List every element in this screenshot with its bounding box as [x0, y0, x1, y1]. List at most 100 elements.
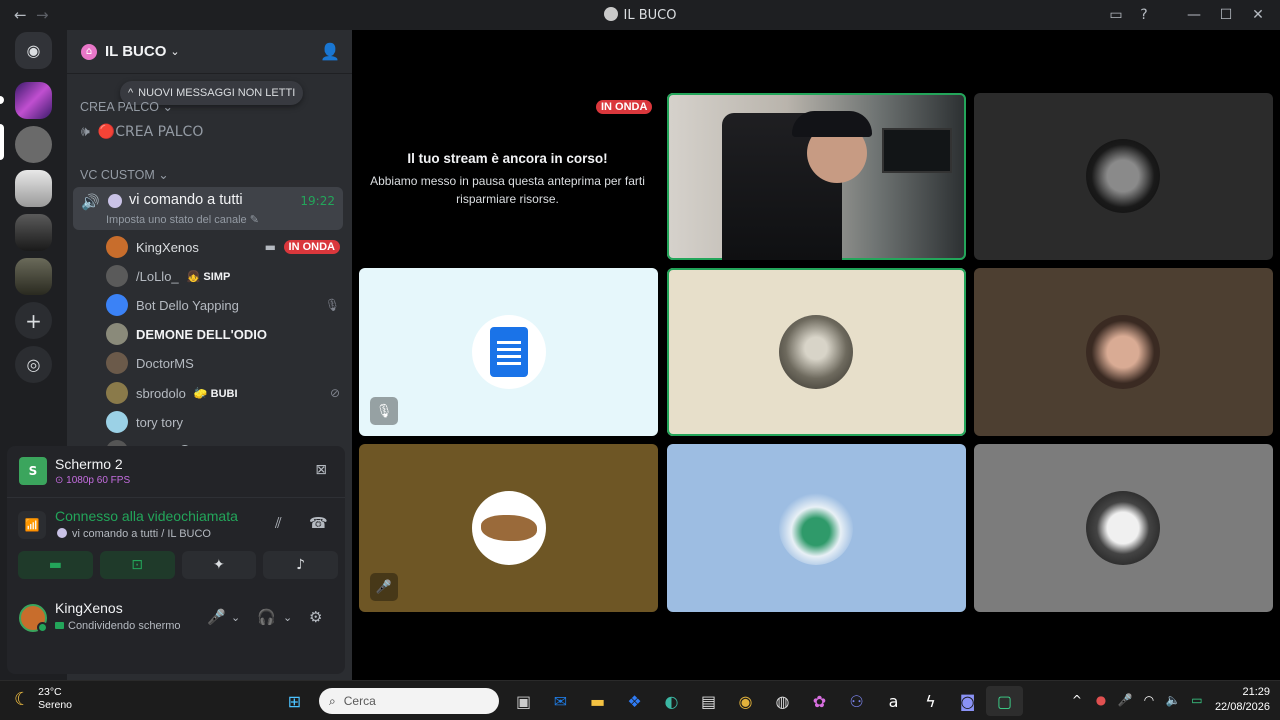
help-icon[interactable]: ? — [1130, 0, 1158, 30]
server-icon-1[interactable] — [15, 82, 52, 119]
voice-user-1[interactable]: /LoLlo_ 👧 SIMP — [106, 263, 346, 289]
stop-stream-icon[interactable]: ⊠ — [315, 462, 327, 478]
user-avatar — [106, 352, 128, 374]
capcut-icon[interactable]: ϟ — [912, 686, 949, 716]
disconnect-icon[interactable]: ☎ — [309, 514, 328, 532]
obs-icon[interactable]: ◍ — [764, 686, 801, 716]
minimize-button[interactable]: — — [1178, 0, 1210, 30]
server-icon-5[interactable] — [15, 258, 52, 295]
server-icon-4[interactable] — [15, 214, 52, 251]
chrome-icon[interactable]: ◉ — [727, 686, 764, 716]
close-button[interactable]: ✕ — [1242, 0, 1274, 30]
edge-icon[interactable]: ◐ — [653, 686, 690, 716]
outlook-icon[interactable]: ✉ — [542, 686, 579, 716]
store-icon[interactable]: ▤ — [690, 686, 727, 716]
inbox-icon[interactable]: ▭ — [1102, 0, 1130, 30]
category-vc-custom[interactable]: VC CUSTOM ⌄ — [80, 167, 169, 182]
video-tile-bot[interactable]: 🎙 — [359, 268, 658, 436]
battery-icon[interactable]: ▭ — [1185, 693, 1209, 707]
voice-user-4[interactable]: DoctorMS — [106, 350, 346, 376]
video-tile-stream[interactable] — [667, 93, 966, 260]
channel-status-input[interactable]: Imposta uno stato del canale ✎ — [106, 213, 259, 226]
webcam-feed-image — [792, 111, 872, 137]
voice-user-name: DEMONE DELL'ODIO — [136, 326, 267, 342]
app-icon[interactable]: ▢ — [986, 686, 1023, 716]
share-screen-button[interactable]: ⊡ — [99, 551, 175, 579]
microphone-icon[interactable]: 🎤 — [207, 608, 226, 626]
soundboard-button[interactable]: ♪ — [263, 551, 338, 579]
voice-user-0[interactable]: KingXenos ▬ IN ONDA — [106, 234, 346, 260]
user-avatar — [106, 265, 128, 287]
invite-people-icon[interactable]: 👤 — [320, 42, 340, 61]
maximize-button[interactable]: ☐ — [1210, 0, 1242, 30]
screen-share-icon: S — [19, 457, 47, 485]
voice-connection-panel: S Schermo 2 ⊙ 1080p 60 FPS ⊠ 📶 Connesso … — [7, 446, 345, 674]
moon-icon: ☾ — [14, 688, 31, 710]
windows-start-icon[interactable]: ⊞ — [276, 686, 313, 716]
camera-button[interactable]: ▬ — [18, 551, 93, 579]
platypus-image — [481, 515, 537, 541]
user-role-tag: 🧽 BUBI — [193, 387, 238, 400]
weather-temp: 23°C — [38, 686, 62, 698]
chevron-down-icon: ⌄ — [170, 45, 180, 58]
file-explorer-icon[interactable]: ▬ — [579, 686, 616, 716]
participant-avatar — [1086, 491, 1160, 565]
voice-user-2[interactable]: Bot Dello Yapping 🎙 — [106, 292, 346, 318]
tray-app-icon[interactable]: ● — [1089, 693, 1113, 707]
headphones-icon[interactable]: 🎧 — [257, 608, 276, 626]
dropbox-icon[interactable]: ❖ — [616, 686, 653, 716]
amazon-icon[interactable]: a — [875, 686, 912, 716]
user-panel: KingXenos Condividendo schermo 🎤 ⌄ 🎧 ⌄ ⚙ — [7, 592, 345, 650]
windows-taskbar: ☾ 23°C Sereno ⊞ ⌕ Cerca ▣ ✉ ▬ ❖ ◐ ▤ ◉ ◍ ✿ … — [0, 680, 1280, 720]
mic-muted-icon: ⊘ — [329, 386, 340, 400]
voice-channel-name: vi comando a tutti — [129, 192, 243, 208]
server-name: IL BUCO — [105, 43, 167, 60]
task-view-icon[interactable]: ▣ — [505, 686, 542, 716]
video-tile[interactable] — [667, 444, 966, 612]
add-server-icon[interactable]: + — [15, 302, 52, 339]
voice-user-name: DoctorMS — [136, 355, 194, 371]
video-tile[interactable] — [974, 268, 1273, 436]
discord-taskbar-icon[interactable]: ◙ — [949, 686, 986, 716]
clock[interactable]: 21:29 22/08/2026 — [1215, 685, 1270, 715]
discord-home-icon[interactable]: ◉ — [15, 32, 52, 69]
video-tile[interactable]: 🎤 — [359, 444, 658, 612]
voice-user-5[interactable]: sbrodolo 🧽 BUBI ⊘ — [106, 380, 346, 406]
wifi-icon[interactable]: ◠ — [1137, 693, 1161, 707]
copilot-icon[interactable]: ✿ — [801, 686, 838, 716]
chevron-up-icon: ^ — [128, 87, 134, 99]
video-tile[interactable] — [974, 444, 1273, 612]
clock-time: 21:29 — [1242, 686, 1270, 698]
server-header[interactable]: ⌂ IL BUCO ⌄ 👤 — [67, 30, 352, 74]
quality-icon: ⊙ — [55, 475, 67, 486]
noise-suppression-icon[interactable]: ⫽ — [275, 514, 282, 532]
channel-emoji-icon — [57, 528, 67, 538]
weather-widget[interactable]: ☾ 23°C Sereno — [14, 686, 72, 712]
explore-icon[interactable]: ◎ — [15, 346, 52, 383]
voice-channel-active[interactable]: 🔊 vi comando a tutti 19:22 Imposta uno s… — [73, 187, 343, 230]
weather-desc: Sereno — [38, 699, 72, 711]
connection-title[interactable]: Connesso alla videochiamata — [55, 508, 238, 524]
voice-user-3[interactable]: DEMONE DELL'ODIO — [106, 321, 346, 347]
microphone-icon[interactable]: 🎤 — [1113, 693, 1137, 707]
video-tile[interactable] — [974, 93, 1273, 260]
server-icon-il-buco[interactable] — [15, 126, 52, 163]
voice-user-6[interactable]: tory tory — [106, 409, 346, 435]
chevron-up-icon[interactable]: ^ — [1065, 693, 1089, 707]
search-icon: ⌕ — [329, 693, 336, 708]
mic-icon: 🎙 — [324, 298, 340, 312]
channel-stage[interactable]: 🕪 🔴CREA PALCO — [81, 124, 203, 140]
category-stage[interactable]: CREA PALCO ⌄ — [80, 99, 173, 114]
window-title: IL BUCO — [0, 7, 1280, 23]
activities-button[interactable]: ✦ — [181, 551, 257, 579]
bot-avatar — [472, 315, 546, 389]
taskbar-search[interactable]: ⌕ Cerca — [319, 688, 499, 714]
settings-gear-icon[interactable]: ⚙ — [309, 608, 322, 626]
audio-options-chevron-icon[interactable]: ⌄ — [283, 611, 292, 624]
paused-preview: IN ONDA Il tuo stream è ancora in corso!… — [360, 92, 655, 259]
server-icon-3[interactable] — [15, 170, 52, 207]
volume-icon[interactable]: 🔈 — [1161, 693, 1185, 707]
teams-icon[interactable]: ⚇ — [838, 686, 875, 716]
video-tile[interactable] — [667, 268, 966, 436]
mic-options-chevron-icon[interactable]: ⌄ — [231, 611, 240, 624]
